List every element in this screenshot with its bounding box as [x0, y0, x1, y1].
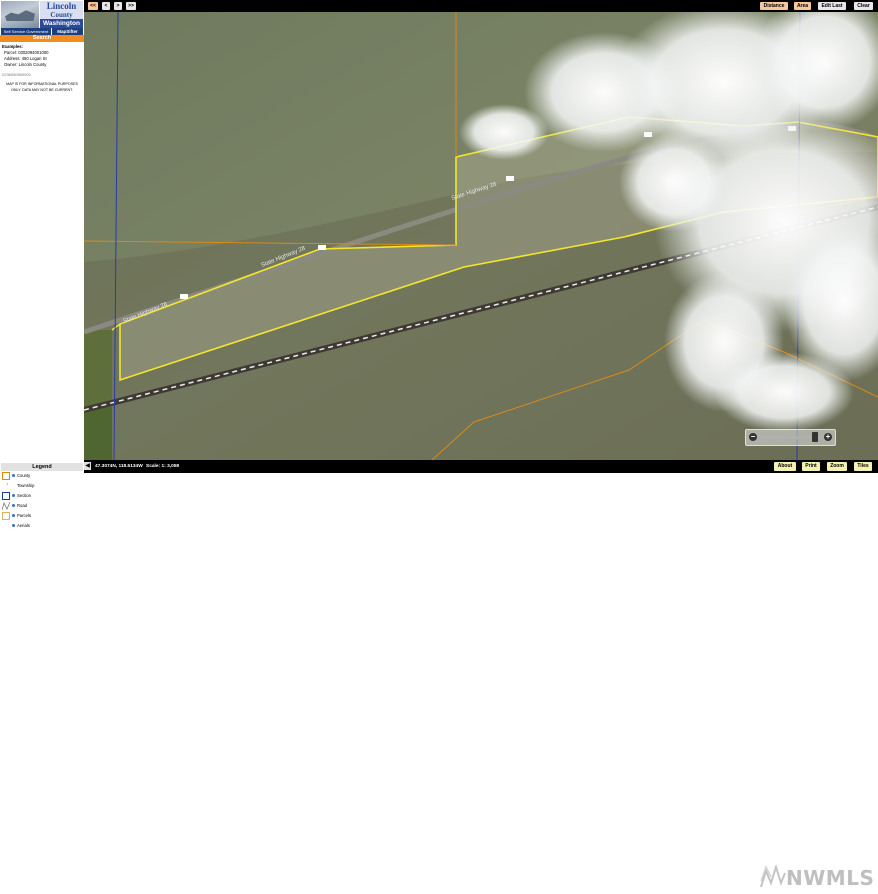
- disclaimer: MAP IS FOR INFORMATIONAL PURPOSES ONLY. …: [2, 81, 82, 93]
- logo-county-name: Lincoln County: [40, 1, 83, 19]
- parcels-symbol-icon: [2, 512, 10, 520]
- zoom-out-button[interactable]: −: [749, 433, 757, 441]
- clear-button[interactable]: Clear: [854, 2, 873, 10]
- print-button[interactable]: Print: [802, 462, 820, 471]
- legend-toggle-section[interactable]: [12, 494, 15, 497]
- legend-item-road[interactable]: Road: [1, 502, 83, 512]
- nwmls-logo-icon: [760, 865, 786, 888]
- legend-item-aerials[interactable]: Aerials: [1, 522, 83, 532]
- legend-label: County: [17, 473, 31, 478]
- watermark-text: NWMLS: [786, 866, 875, 890]
- coordinates-readout: 47.3074N, 118.5134W: [95, 464, 143, 469]
- legend-toggle-aerials[interactable]: [12, 524, 15, 527]
- county-map-logo-icon: [1, 1, 39, 28]
- logo-state-name: Washington: [40, 19, 83, 28]
- legend-label: Parcels: [17, 513, 31, 518]
- search-button[interactable]: Search: [0, 35, 84, 42]
- legend-panel: Legend County Township Section Road Parc…: [0, 462, 84, 534]
- legend-item-township[interactable]: Township: [1, 482, 83, 492]
- legend-toggle-parcels[interactable]: [12, 514, 15, 517]
- legend-title: Legend: [1, 463, 83, 471]
- sidebar-tabs: Self Service Government MapSifter: [0, 28, 84, 35]
- sidebar: Lincoln County Washington Self Service G…: [0, 0, 84, 460]
- legend-label: Road: [17, 503, 28, 508]
- collapse-sidebar-button[interactable]: ◀: [84, 462, 91, 470]
- road-shield: [318, 245, 326, 250]
- zoom-button[interactable]: Zoom: [827, 462, 847, 471]
- search-examples: Examples: Parcel: 0302094001000 Address:…: [2, 44, 82, 68]
- about-button[interactable]: About: [774, 462, 796, 471]
- map-canvas[interactable]: State Highway 28 State Highway 28 State …: [84, 12, 878, 460]
- legend-toggle-county[interactable]: [12, 474, 15, 477]
- zoom-slider-thumb[interactable]: [811, 432, 818, 442]
- township-symbol-icon: [6, 482, 9, 486]
- legend-item-section[interactable]: Section: [1, 492, 83, 502]
- legend-toggle-road[interactable]: [12, 504, 15, 507]
- edit-last-button[interactable]: Edit Last: [818, 2, 846, 10]
- section-symbol-icon: [2, 492, 10, 500]
- zoom-in-button[interactable]: +: [824, 433, 832, 441]
- search-input[interactable]: [2, 71, 80, 77]
- nav-first-button[interactable]: <<: [88, 2, 98, 10]
- road-shield: [506, 176, 514, 181]
- distance-button[interactable]: Distance: [760, 2, 788, 10]
- road-symbol-icon: [2, 502, 10, 510]
- nav-prev-button[interactable]: <: [102, 2, 110, 10]
- aerial-map[interactable]: State Highway 28 State Highway 28 State …: [84, 12, 878, 460]
- area-button[interactable]: Area: [794, 2, 811, 10]
- scale-readout: Scale: 1: 3,058: [146, 464, 180, 469]
- tab-mapsifter[interactable]: MapSifter: [52, 28, 83, 35]
- tab-self-service-government[interactable]: Self Service Government: [1, 28, 51, 35]
- example-owner: Owner: Lincoln County: [4, 62, 47, 67]
- zoom-control: − +: [745, 429, 836, 446]
- legend-label: Section: [17, 493, 31, 498]
- legend-label: Aerials: [17, 523, 30, 528]
- farm-field: [84, 407, 112, 460]
- nwmls-watermark: NWMLS: [760, 862, 875, 892]
- road-shield: [180, 294, 188, 299]
- county-symbol-icon: [2, 472, 10, 480]
- nav-last-button[interactable]: >>: [126, 2, 136, 10]
- map-toolbar: << < > >> Distance Area Edit Last Clear: [84, 0, 878, 12]
- lincoln-county-logo[interactable]: Lincoln County Washington: [1, 1, 83, 28]
- legend-item-county[interactable]: County: [1, 472, 83, 482]
- status-bar: ◀ 47.3074N, 118.5134W Scale: 1: 3,058 Ab…: [84, 460, 878, 473]
- tiles-button[interactable]: Tiles: [854, 462, 872, 471]
- legend-label: Township: [17, 483, 35, 488]
- nav-next-button[interactable]: >: [114, 2, 122, 10]
- legend-item-parcels[interactable]: Parcels: [1, 512, 83, 522]
- disclaimer-line-2: ONLY. DATA MAY NOT BE CURRENT.: [11, 88, 73, 92]
